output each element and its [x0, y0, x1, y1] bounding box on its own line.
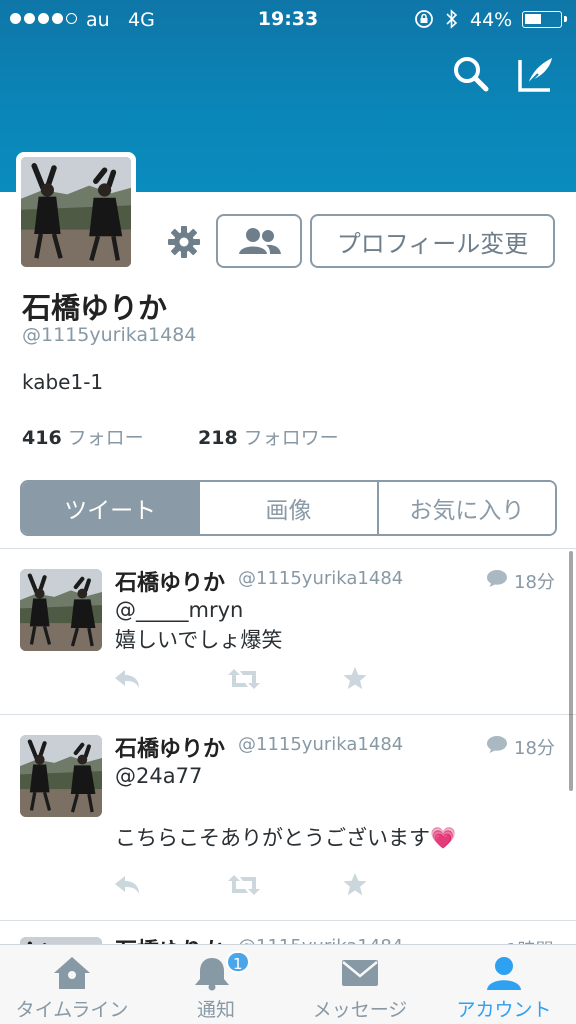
- retweet-icon[interactable]: [227, 873, 261, 897]
- tab-favorites[interactable]: お気に入り: [376, 482, 555, 534]
- scrollbar[interactable]: [569, 551, 573, 791]
- tweet-text-line: 嬉しいでしょ爆笑: [115, 628, 283, 652]
- reply-icon[interactable]: [113, 873, 141, 897]
- profile-handle: @1115yurika1484: [22, 324, 197, 346]
- following-label: フォロー: [67, 427, 144, 449]
- conversation-icon: [487, 736, 507, 753]
- retweet-icon[interactable]: [227, 667, 261, 691]
- tweet-author-handle: @1115yurika1484: [238, 734, 404, 755]
- battery-icon: [522, 11, 567, 28]
- tab-notifications[interactable]: 1 通知: [144, 945, 288, 1024]
- tweet-time: 18分: [514, 738, 555, 759]
- compose-tweet-icon[interactable]: [516, 54, 556, 94]
- edit-profile-button[interactable]: プロフィール変更: [310, 214, 555, 268]
- tweet-item[interactable]: 石橋ゆりか @1115yurika1484 18分 @_____mryn 嬉しい…: [0, 549, 576, 714]
- tab-images[interactable]: 画像: [198, 482, 377, 534]
- profile-avatar[interactable]: [16, 152, 136, 272]
- tweet-text-line: @24a77: [115, 764, 203, 788]
- tweet-author-name: 石橋ゆりか: [115, 933, 225, 944]
- tweet-text: @24a77 こちらこそありがとうございます💗: [115, 761, 456, 853]
- status-bar: au 4G 19:33 44%: [0, 0, 576, 40]
- followers-count: 218: [198, 427, 238, 449]
- battery-percentage: 44%: [470, 9, 513, 31]
- tab-label: 通知: [196, 999, 235, 1021]
- tweet-author-handle: @1115yurika1484: [238, 936, 403, 944]
- tweet-author-name: 石橋ゆりか: [115, 571, 226, 596]
- tweet-time: 18分: [514, 572, 555, 593]
- home-icon: [54, 957, 90, 989]
- tweet-author-handle: @1115yurika1484: [238, 568, 404, 589]
- following-count-link[interactable]: 416 フォロー: [22, 423, 144, 450]
- tweet-time: 1時間: [506, 936, 553, 944]
- tab-account[interactable]: アカウント: [432, 945, 576, 1024]
- tweet-avatar[interactable]: [20, 569, 102, 651]
- tweet-avatar[interactable]: [20, 735, 102, 817]
- profile-bio: kabe1-1: [22, 370, 104, 394]
- rotation-lock-icon: [415, 10, 433, 28]
- tab-label: タイムライン: [15, 999, 129, 1021]
- tweet-text-line: こちらこそありがとうございます💗: [115, 826, 457, 850]
- tweet-text-line: [115, 791, 456, 823]
- gear-icon[interactable]: [166, 224, 202, 260]
- messages-envelope-icon: [342, 960, 378, 986]
- tweet-author-name: 石橋ゆりか: [115, 737, 226, 762]
- profile-tabs: ツイート 画像 お気に入り: [20, 480, 557, 536]
- people-icon: [239, 228, 281, 254]
- people-button[interactable]: [216, 214, 302, 268]
- following-count: 416: [22, 427, 62, 449]
- reply-icon[interactable]: [113, 667, 141, 691]
- tweet-text: @_____mryn 嬉しいでしょ爆笑: [115, 595, 282, 655]
- bottom-tab-bar: タイムライン 1 通知 メッセージ アカウント: [0, 944, 576, 1024]
- tab-timeline[interactable]: タイムライン: [0, 945, 144, 1024]
- conversation-icon: [487, 570, 507, 587]
- tab-tweets[interactable]: ツイート: [22, 482, 199, 534]
- notification-badge: 1: [226, 951, 250, 973]
- followers-count-link[interactable]: 218 フォロワー: [198, 423, 339, 450]
- tab-label: アカウント: [456, 999, 552, 1021]
- followers-label: フォロワー: [243, 427, 339, 449]
- profile-name: 石橋ゆりか: [22, 291, 168, 325]
- tweet-item[interactable]: 石橋ゆりか @1115yurika1484 1時間: [0, 921, 576, 944]
- favorite-star-icon[interactable]: [341, 872, 369, 896]
- tab-messages[interactable]: メッセージ: [288, 945, 432, 1024]
- bluetooth-icon: [446, 9, 458, 29]
- tweet-text-line: @_____mryn: [115, 598, 244, 622]
- tweet-avatar[interactable]: [20, 937, 102, 944]
- favorite-star-icon[interactable]: [341, 666, 369, 690]
- tab-label: メッセージ: [312, 999, 408, 1021]
- search-icon[interactable]: [451, 54, 491, 94]
- tweet-item[interactable]: 石橋ゆりか @1115yurika1484 18分 @24a77 こちらこそあり…: [0, 715, 576, 920]
- account-person-icon: [487, 957, 521, 990]
